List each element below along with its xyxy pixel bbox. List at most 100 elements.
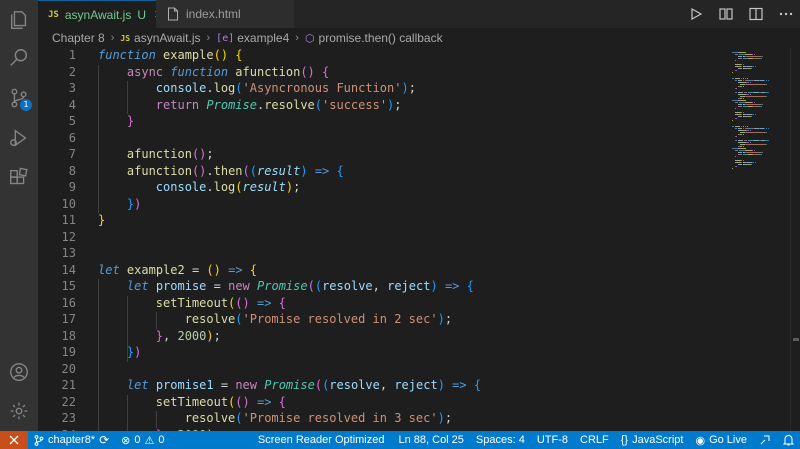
minimap-segment xyxy=(734,92,737,93)
chevron-right-icon: › xyxy=(110,32,115,44)
code-line[interactable]: 11} xyxy=(38,212,730,229)
code-line[interactable]: 22 setTimeout(() => { xyxy=(38,394,730,411)
language-mode[interactable]: {} JavaScript xyxy=(615,431,690,449)
screen-reader-mode[interactable]: Screen Reader Optimized xyxy=(250,431,393,449)
code-line[interactable]: 20 xyxy=(38,361,730,378)
minimap-segment xyxy=(746,78,748,79)
cursor-position[interactable]: Ln 88, Col 25 xyxy=(392,431,469,449)
minimap-segment xyxy=(746,132,765,133)
problems-indicator[interactable]: ⊗ 0 ⚠ 0 xyxy=(115,431,170,449)
minimap-segment xyxy=(745,140,748,141)
minimap-segment xyxy=(732,72,733,73)
code-line[interactable]: 8 afunction().then((result) => { xyxy=(38,163,730,180)
activity-bar: 1 xyxy=(0,0,38,431)
feedback-icon[interactable] xyxy=(753,431,777,449)
compare-changes-icon[interactable] xyxy=(718,6,734,22)
minimap-segment xyxy=(768,92,770,93)
code-line[interactable]: 4 return Promise.resolve('success'); xyxy=(38,97,730,114)
breadcrumb-folder[interactable]: Chapter 8 xyxy=(52,31,105,45)
line-number: 3 xyxy=(68,81,76,95)
source-control-badge: 1 xyxy=(20,99,32,111)
code-editor[interactable]: 1 function example() {2 async function af… xyxy=(38,48,730,431)
split-editor-icon[interactable] xyxy=(748,6,764,22)
minimap-segment xyxy=(737,128,743,129)
code-line[interactable]: 23 resolve('Promise resolved in 3 sec'); xyxy=(38,410,730,427)
line-ending[interactable]: CRLF xyxy=(574,431,615,449)
minimap-segment xyxy=(755,66,757,67)
code-line[interactable]: 21 let promise1 = new Promise((resolve, … xyxy=(38,377,730,394)
more-actions-icon[interactable] xyxy=(778,6,794,22)
run-icon[interactable] xyxy=(688,6,704,22)
minimap-segment xyxy=(734,156,736,157)
minimap-segment xyxy=(734,60,736,61)
code-text: return Promise.resolve('success'); xyxy=(155,97,402,112)
code-text: afunction(); xyxy=(126,147,214,161)
run-debug-icon[interactable] xyxy=(7,126,31,150)
code-line[interactable]: 12 xyxy=(38,229,730,246)
line-number: 9 xyxy=(68,180,76,194)
breadcrumb-symbol[interactable]: example4 xyxy=(237,31,289,45)
minimap-segment xyxy=(767,80,769,81)
minimap-segment xyxy=(762,104,764,105)
account-icon[interactable] xyxy=(7,360,31,384)
sync-icon[interactable]: ⟳ xyxy=(99,433,109,447)
code-line[interactable]: 2 async function afunction() { xyxy=(38,64,730,81)
minimap-segment xyxy=(765,144,767,145)
tab-bar: JS asynAwait.js U ✕ index.html xyxy=(38,0,800,28)
encoding[interactable]: UTF-8 xyxy=(531,431,574,449)
minimap-segment xyxy=(760,58,762,59)
code-line[interactable]: 18 }, 2000); xyxy=(38,328,730,345)
code-text: resolve('Promise resolved in 3 sec'); xyxy=(184,411,453,425)
minimap-segment xyxy=(734,140,737,141)
branch-indicator[interactable]: chapter8* ⟳ xyxy=(28,431,115,449)
tab-label: asynAwait.js xyxy=(64,7,132,22)
code-line[interactable]: 5 } xyxy=(38,113,730,130)
minimap-segment xyxy=(734,150,739,151)
code-line[interactable]: 15 let promise = new Promise((resolve, r… xyxy=(38,278,730,295)
minimap-segment xyxy=(737,94,745,95)
minimap[interactable] xyxy=(730,48,790,431)
code-text: console.log('Asyncronous Function'); xyxy=(155,81,416,95)
code-text: } xyxy=(98,213,106,227)
minimap-segment xyxy=(749,94,751,95)
extensions-icon[interactable] xyxy=(7,166,31,190)
error-icon: ⊗ xyxy=(121,434,131,447)
code-line[interactable]: 9 console.log(result); xyxy=(38,179,730,196)
breadcrumb-file[interactable]: asynAwait.js xyxy=(134,31,200,45)
code-line[interactable]: 19 }) xyxy=(38,344,730,361)
line-number: 23 xyxy=(61,411,76,425)
remote-icon[interactable] xyxy=(0,431,28,449)
indentation[interactable]: Spaces: 4 xyxy=(470,431,531,449)
code-text: } xyxy=(126,114,135,128)
go-live-button[interactable]: ◉ Go Live xyxy=(689,431,753,449)
code-line[interactable]: 13 xyxy=(38,245,730,262)
minimap-segment xyxy=(746,84,765,85)
code-line[interactable]: 7 afunction(); xyxy=(38,146,730,163)
tab-asynawait-js[interactable]: JS asynAwait.js U ✕ xyxy=(38,0,163,28)
minimap-segment xyxy=(745,52,747,53)
code-line[interactable]: 6 xyxy=(38,130,730,147)
minimap-segment xyxy=(734,128,737,129)
settings-gear-icon[interactable] xyxy=(7,399,31,423)
branch-name: chapter8* xyxy=(48,434,96,446)
code-line[interactable]: 16 setTimeout(() => { xyxy=(38,295,730,312)
vertical-scrollbar[interactable] xyxy=(790,48,800,431)
minimap-segment xyxy=(739,54,745,55)
code-line[interactable]: 1 function example() { xyxy=(38,48,730,64)
breadcrumb-callback[interactable]: promise.then() callback xyxy=(319,31,443,45)
minimap-segment xyxy=(746,126,748,127)
explorer-icon[interactable] xyxy=(7,8,31,32)
tab-index-html[interactable]: index.html xyxy=(156,0,294,28)
code-line[interactable]: 3 console.log('Asyncronous Function'); xyxy=(38,80,730,97)
code-line[interactable]: 17 resolve('Promise resolved in 2 sec'); xyxy=(38,311,730,328)
code-line[interactable]: 14 let example2 = () => { xyxy=(38,262,730,279)
minimap-segment xyxy=(765,96,767,97)
notifications-bell-icon[interactable] xyxy=(777,431,800,449)
minimap-segment xyxy=(737,140,744,141)
minimap-segment xyxy=(746,56,762,57)
search-icon[interactable] xyxy=(7,46,31,70)
broadcast-icon: ◉ xyxy=(695,434,706,447)
scroll-marker xyxy=(793,338,799,341)
minimap-segment xyxy=(743,98,745,99)
code-line[interactable]: 10 }) xyxy=(38,196,730,213)
